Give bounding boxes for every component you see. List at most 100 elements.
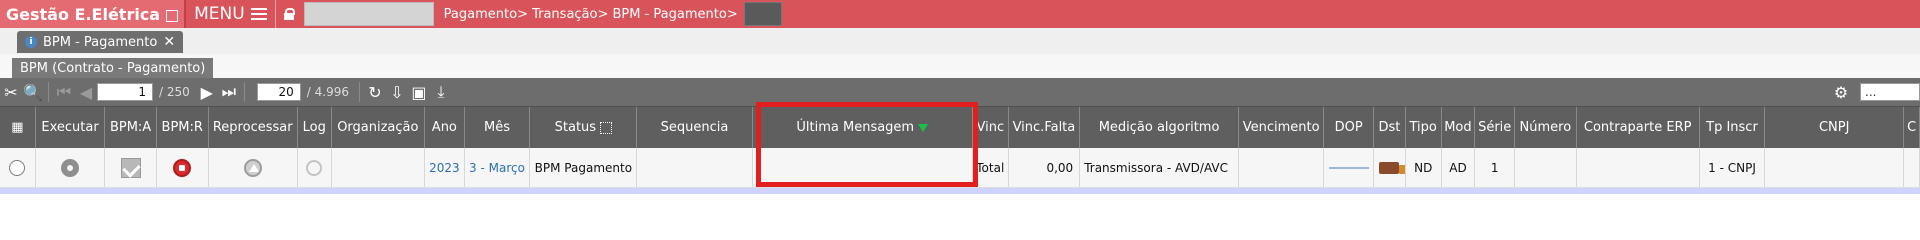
info-icon: i: [25, 36, 37, 48]
truck-icon[interactable]: [1379, 161, 1405, 174]
toolbar-separator: [358, 82, 360, 102]
app-brand[interactable]: Gestão E.Elétrica: [0, 0, 187, 28]
sort-icon[interactable]: [600, 121, 613, 134]
dop-cell: [1324, 148, 1375, 187]
col-tp-inscr[interactable]: Tp Inscr: [1700, 107, 1766, 148]
col-mod[interactable]: Mod: [1442, 107, 1476, 148]
vencimento-cell: [1239, 148, 1325, 187]
toolbar-separator: [48, 82, 49, 102]
col-sequencia[interactable]: Sequencia: [637, 107, 753, 148]
col-bpm-r[interactable]: BPM:R: [157, 107, 209, 148]
col-mes[interactable]: Mês: [465, 107, 531, 148]
c-cell: [1904, 148, 1920, 187]
stop-icon[interactable]: [173, 158, 192, 177]
col-dop[interactable]: DOP: [1324, 107, 1374, 148]
serie-cell: 1: [1475, 148, 1516, 187]
mes-cell[interactable]: 3 - Março: [465, 148, 531, 187]
prev-page-icon[interactable]: ◀: [75, 81, 97, 103]
reprocessar-cell[interactable]: [209, 148, 298, 187]
page-total: / 250: [159, 85, 190, 99]
menu-label: MENU: [194, 4, 245, 24]
rows-total: / 4.996: [306, 85, 349, 99]
toolbar-separator: [243, 82, 245, 102]
highlight-box: [756, 102, 978, 187]
export-icon[interactable]: ⇩: [386, 81, 408, 103]
next-row-stripe: [0, 188, 1920, 194]
col-serie[interactable]: Série: [1475, 107, 1516, 148]
bpm-a-cell[interactable]: [105, 148, 157, 187]
col-log[interactable]: Log: [298, 107, 332, 148]
col-medicao-algoritmo[interactable]: Medição algoritmo: [1080, 107, 1239, 148]
col-dst[interactable]: Dst: [1374, 107, 1406, 148]
col-numero[interactable]: Número: [1515, 107, 1577, 148]
col-executar[interactable]: Executar: [36, 107, 106, 148]
checkbox-checked-icon[interactable]: [120, 157, 141, 178]
col-ano[interactable]: Ano: [425, 107, 465, 148]
tp-inscr-cell: 1 - CNPJ: [1700, 148, 1766, 187]
col-bpm-a[interactable]: BPM:A: [105, 107, 157, 148]
column-select-icon[interactable]: ▦: [0, 107, 36, 148]
top-search-box[interactable]: [303, 2, 434, 26]
col-vinc-falta[interactable]: Vinc.Falta: [1009, 107, 1081, 148]
col-vinc[interactable]: Vinc: [973, 107, 1009, 148]
download-icon[interactable]: ⤓: [430, 81, 452, 103]
settings-icon[interactable]: ⚙: [1830, 81, 1852, 103]
section-header: BPM (Contrato - Pagamento): [0, 54, 1920, 78]
col-reprocessar[interactable]: Reprocessar: [209, 107, 298, 148]
log-icon[interactable]: [306, 159, 323, 176]
col-organizacao[interactable]: Organização: [332, 107, 425, 148]
dst-cell[interactable]: [1374, 148, 1406, 187]
rows-per-page-input[interactable]: 20: [256, 83, 301, 101]
tab-bpm-pagamento[interactable]: i BPM - Pagamento ✕: [17, 31, 184, 53]
quick-filter-input[interactable]: ...: [1860, 83, 1920, 101]
col-tipo[interactable]: Tipo: [1406, 107, 1442, 148]
col-contraparte-erp[interactable]: Contraparte ERP: [1577, 107, 1700, 148]
sequencia-cell: [637, 148, 753, 187]
vinc-falta-cell: 0,00: [1009, 148, 1081, 187]
next-page-icon[interactable]: ▶: [196, 81, 218, 103]
report-icon[interactable]: ▣: [408, 81, 430, 103]
ano-cell[interactable]: 2023: [425, 148, 465, 187]
col-cnpj[interactable]: CNPJ: [1765, 107, 1905, 148]
mod-cell: AD: [1442, 148, 1476, 187]
hamburger-icon: [250, 8, 267, 20]
tab-row: i BPM - Pagamento ✕: [0, 28, 1920, 55]
lock-icon[interactable]: [283, 8, 295, 20]
tools-icon[interactable]: ✂: [0, 81, 22, 103]
top-bar: Gestão E.Elétrica MENU Pagamento> Transa…: [0, 0, 1920, 28]
refresh-icon[interactable]: ↻: [364, 81, 386, 103]
toolbar-right: ⚙ ...: [1830, 81, 1920, 103]
menu-button[interactable]: MENU: [186, 0, 276, 28]
vinc-cell: Total: [973, 148, 1009, 187]
executar-cell[interactable]: [36, 148, 106, 187]
bpm-r-cell[interactable]: [157, 148, 209, 187]
col-c[interactable]: C: [1904, 107, 1920, 148]
col-status-label: Status: [554, 120, 597, 135]
close-icon[interactable]: ✕: [163, 34, 175, 50]
breadcrumb-chip[interactable]: [743, 2, 782, 26]
page-input[interactable]: 1: [97, 83, 153, 101]
row-select[interactable]: [0, 148, 36, 187]
contraparte-cell: [1577, 148, 1700, 187]
numero-cell: [1515, 148, 1577, 187]
window-icon: [166, 9, 179, 22]
status-cell: BPM Pagamento: [530, 148, 638, 187]
reprocess-icon[interactable]: [243, 158, 262, 177]
app-title: Gestão E.Elétrica: [6, 4, 161, 24]
gear-icon[interactable]: [61, 158, 80, 177]
section-label: BPM (Contrato - Pagamento): [12, 58, 214, 78]
first-page-icon[interactable]: ⏮: [53, 81, 75, 103]
medicao-cell: Transmissora - AVD/AVC: [1080, 148, 1239, 187]
cnpj-cell: [1765, 148, 1905, 187]
breadcrumb: Pagamento> Transação> BPM - Pagamento>: [443, 6, 738, 22]
col-vencimento[interactable]: Vencimento: [1239, 107, 1325, 148]
organizacao-cell: [332, 148, 425, 187]
tipo-cell: ND: [1406, 148, 1442, 187]
sparkline-icon: [1328, 166, 1369, 169]
radio-button[interactable]: [9, 159, 26, 176]
last-page-icon[interactable]: ⏭: [218, 81, 240, 103]
log-cell[interactable]: [298, 148, 332, 187]
search-icon[interactable]: 🔍: [22, 81, 44, 103]
col-status[interactable]: Status: [530, 107, 638, 148]
tab-label: BPM - Pagamento: [43, 34, 158, 50]
